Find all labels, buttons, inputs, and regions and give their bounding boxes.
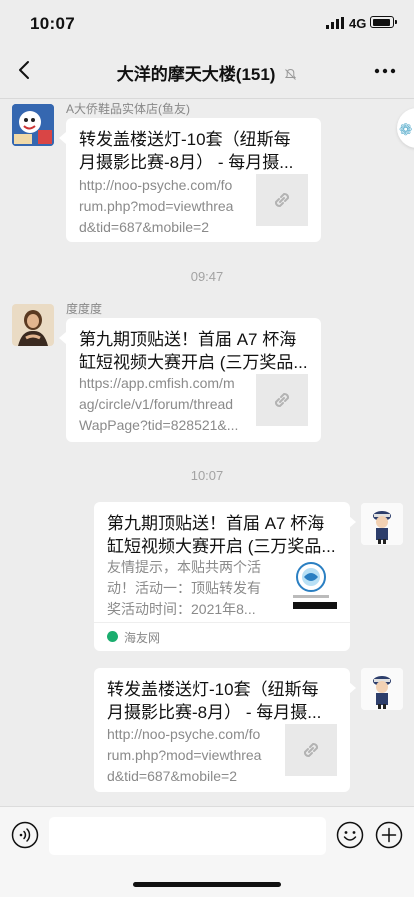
more-icon[interactable] [374, 68, 396, 74]
card-desc-line: d&tid=687&mobile=2 [79, 219, 209, 235]
status-time: 10:07 [30, 14, 75, 33]
mute-icon [285, 68, 297, 80]
card-desc-line: rum.php?mod=viewthrea [79, 198, 234, 214]
status-bar: 10:07 4G [0, 0, 414, 44]
chat-title-text: 大洋的摩天大楼(151) [116, 65, 276, 84]
plus-icon[interactable] [375, 821, 403, 849]
card-thumbnail [256, 174, 308, 226]
sender-name: A大侨鞋品实体店(鱼友) [66, 102, 190, 116]
card-desc-line: 奖活动时间：2021年8... [107, 601, 256, 617]
card-title-line: 缸短视频大赛开启 (三万奖品... [107, 537, 336, 556]
source-name: 海友网 [124, 631, 161, 645]
card-title-line: 月摄影比赛-8月） - 每月摄... [79, 153, 294, 172]
avatar[interactable] [361, 503, 403, 545]
message-input[interactable] [49, 817, 326, 855]
link-card[interactable]: 第九期顶贴送！首届 A7 杯海 缸短视频大赛开启 (三万奖品... 友情提示，本… [94, 502, 350, 651]
card-desc-line: d&tid=687&mobile=2 [107, 768, 237, 784]
card-title-line: 转发盖楼送灯-10套（纽斯每 [107, 680, 319, 699]
card-desc: http://noo-psyche.com/fo rum.php?mod=vie… [107, 724, 261, 787]
home-indicator[interactable] [133, 882, 281, 887]
bubble-tail [349, 516, 356, 528]
avatar[interactable] [361, 668, 403, 710]
battery-icon [370, 16, 397, 28]
card-desc-line: http://noo-psyche.com/fo [79, 177, 233, 193]
card-thumbnail [285, 724, 337, 776]
link-card[interactable]: 转发盖楼送灯-10套（纽斯每 月摄影比赛-8月） - 每月摄... http:/… [66, 118, 321, 242]
avatar[interactable] [12, 104, 54, 146]
voice-icon[interactable] [11, 821, 39, 849]
card-desc-line: http://noo-psyche.com/fo [107, 726, 261, 742]
link-icon [274, 392, 290, 408]
card-title-line: 第九期顶贴送！首届 A7 杯海 [107, 514, 325, 533]
card-desc: https://app.cmfish.com/m ag/circle/v1/fo… [79, 373, 238, 436]
timestamp: 10:07 [190, 468, 224, 483]
card-desc: http://noo-psyche.com/fo rum.php?mod=vie… [79, 175, 233, 238]
timestamp: 09:47 [190, 269, 224, 284]
card-desc-line: rum.php?mod=viewthrea [107, 747, 262, 763]
card-title: 第九期顶贴送！首届 A7 杯海 缸短视频大赛开启 (三万奖品... [107, 512, 336, 558]
emoji-icon[interactable] [336, 821, 364, 849]
link-icon [303, 742, 319, 758]
avatar[interactable] [12, 304, 54, 346]
chat-header: 大洋的摩天大楼(151) [0, 44, 414, 99]
link-card[interactable]: 第九期顶贴送！首届 A7 杯海 缸短视频大赛开启 (三万奖品... https:… [66, 318, 321, 442]
card-title-line: 第九期顶贴送！首届 A7 杯海 [79, 330, 297, 349]
card-title: 第九期顶贴送！首届 A7 杯海 缸短视频大赛开启 (三万奖品... [79, 328, 308, 374]
card-desc-line: ag/circle/v1/forum/thread [79, 396, 234, 412]
bubble-tail [349, 682, 356, 694]
card-thumbnail [256, 374, 308, 426]
card-desc-line: 友情提示，本贴共两个活 [107, 559, 261, 575]
source-icon [107, 631, 118, 642]
side-tab-icon: ❁ [399, 122, 413, 139]
card-desc-line: WapPage?tid=828521&... [79, 417, 239, 433]
sender-name: 度度度 [66, 302, 103, 316]
bubble-tail [59, 332, 66, 344]
card-desc-line: https://app.cmfish.com/m [79, 375, 235, 391]
card-desc-line: 动！活动一：顶贴转发有 [107, 580, 261, 596]
card-title-line: 转发盖楼送灯-10套（纽斯每 [79, 130, 291, 149]
card-title: 转发盖楼送灯-10套（纽斯每 月摄影比赛-8月） - 每月摄... [107, 678, 321, 724]
signal-icon [326, 17, 344, 29]
bubble-tail [59, 132, 66, 144]
card-title-line: 缸短视频大赛开启 (三万奖品... [79, 353, 308, 372]
side-floating-tab[interactable]: ❁ [397, 108, 414, 148]
card-source: 海友网 [94, 622, 350, 651]
link-icon [274, 192, 290, 208]
card-title: 转发盖楼送灯-10套（纽斯每 月摄影比赛-8月） - 每月摄... [79, 128, 293, 174]
chat-title: 大洋的摩天大楼(151) [0, 60, 414, 85]
card-title-line: 月摄影比赛-8月） - 每月摄... [107, 703, 322, 722]
network-type: 4G [349, 16, 367, 31]
card-thumbnail-image [285, 557, 337, 609]
card-desc: 友情提示，本贴共两个活 动！活动一：顶贴转发有 奖活动时间：2021年8... [107, 557, 261, 620]
link-card[interactable]: 转发盖楼送灯-10套（纽斯每 月摄影比赛-8月） - 每月摄... http:/… [94, 668, 350, 792]
